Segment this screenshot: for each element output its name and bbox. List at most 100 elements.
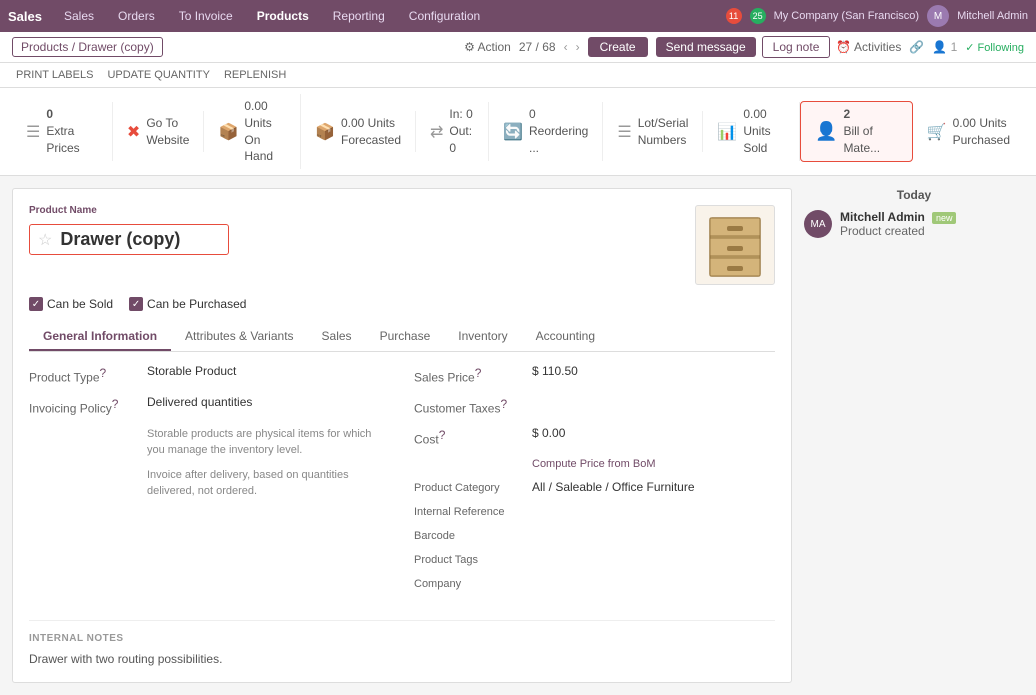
action-button[interactable]: ⚙ Action xyxy=(464,40,511,54)
product-name-value: Drawer (copy) xyxy=(60,229,180,250)
product-type-label: Product Type? xyxy=(29,364,139,385)
go-to-website-label: Website xyxy=(146,132,189,149)
tab-attributes[interactable]: Attributes & Variants xyxy=(171,323,308,351)
tab-general[interactable]: General Information xyxy=(29,323,171,351)
breadcrumb: Products / Drawer (copy) xyxy=(12,37,163,57)
go-to-website-line1: Go To xyxy=(146,115,189,132)
reordering-count: 0 xyxy=(529,106,588,123)
can-be-sold-label: Can be Sold xyxy=(47,297,113,311)
chatter-content: Mitchell Admin new Product created xyxy=(840,210,956,238)
chatter-author: Mitchell Admin xyxy=(840,210,925,224)
stat-in-out[interactable]: ⇄ In: 0 Out: 0 xyxy=(416,102,489,160)
tab-purchase[interactable]: Purchase xyxy=(366,323,445,351)
tab-inventory[interactable]: Inventory xyxy=(444,323,521,351)
chatter-message: MA Mitchell Admin new Product created xyxy=(804,210,1024,238)
chatter-panel: Today MA Mitchell Admin new Product crea… xyxy=(804,188,1024,683)
star-icon[interactable]: ☆ xyxy=(38,230,52,250)
sales-price-label: Sales Price? xyxy=(414,364,524,385)
can-be-sold-checkbox[interactable]: ✓ Can be Sold xyxy=(29,297,113,311)
internal-reference-row: Internal Reference xyxy=(414,504,775,518)
breadcrumb-bar: Products / Drawer (copy) ⚙ Action 27 / 6… xyxy=(0,32,1036,63)
lot-serial-line1: Lot/Serial xyxy=(638,115,689,132)
replenish-button[interactable]: REPLENISH xyxy=(220,67,290,83)
forecasted-icon: 📦 xyxy=(315,122,335,142)
on-hand-icon: 📦 xyxy=(218,122,238,142)
stat-extra-prices[interactable]: ☰ 0 Extra Prices xyxy=(12,102,113,160)
lot-serial-icon: ☰ xyxy=(617,122,631,142)
form-left: Product Type? Storable Product Invoicing… xyxy=(29,364,390,600)
tab-sales[interactable]: Sales xyxy=(308,323,366,351)
stat-go-to-website[interactable]: ✖ Go To Website xyxy=(113,111,205,153)
in-out-icon: ⇄ xyxy=(430,122,443,142)
updates-badge[interactable]: 25 xyxy=(750,8,766,24)
reordering-label: Reordering ... xyxy=(529,123,588,157)
nav-items: Sales Orders To Invoice Products Reporti… xyxy=(58,5,726,27)
product-name-field[interactable]: ☆ Drawer (copy) xyxy=(29,224,229,255)
lot-serial-label: Numbers xyxy=(638,132,689,149)
company-label: Company xyxy=(414,576,524,590)
user-avatar[interactable]: M xyxy=(927,5,949,27)
product-type-row: Product Type? Storable Product xyxy=(29,364,390,385)
tab-accounting[interactable]: Accounting xyxy=(522,323,609,351)
form-section: Product Type? Storable Product Invoicing… xyxy=(29,364,775,600)
bom-label: Bill of Mate... xyxy=(843,123,897,157)
log-note-button[interactable]: Log note xyxy=(762,36,831,58)
nav-to-invoice[interactable]: To Invoice xyxy=(173,5,239,27)
in-value: In: 0 xyxy=(449,106,474,123)
stat-units-sold[interactable]: 📊 0.00 Units Sold xyxy=(703,102,800,160)
brand-logo: Sales xyxy=(8,9,42,24)
stat-on-hand[interactable]: 📦 0.00 Units On Hand xyxy=(204,94,301,169)
can-be-purchased-checkbox[interactable]: ✓ Can be Purchased xyxy=(129,297,246,311)
navbar-right: 11 25 My Company (San Francisco) M Mitch… xyxy=(726,5,1028,27)
breadcrumb-actions: ⚙ Action 27 / 68 ‹ › Create Send message… xyxy=(464,36,1024,58)
chatter-status-badge: new xyxy=(932,212,957,224)
stat-reordering[interactable]: 🔄 0 Reordering ... xyxy=(489,102,603,160)
invoicing-desc2: Invoice after delivery, based on quantit… xyxy=(147,467,390,500)
next-record-button[interactable]: › xyxy=(576,40,580,54)
product-name-label: Product Name xyxy=(29,205,229,216)
nav-orders[interactable]: Orders xyxy=(112,5,161,27)
stat-units-purchased[interactable]: 🛒 0.00 Units Purchased xyxy=(913,111,1024,153)
product-type-value: Storable Product xyxy=(147,364,236,378)
customer-taxes-label: Customer Taxes? xyxy=(414,395,524,416)
extra-prices-icon: ☰ xyxy=(26,122,40,142)
units-purchased-value: 0.00 Units xyxy=(953,115,1010,132)
invoicing-policy-row: Invoicing Policy? Delivered quantities xyxy=(29,395,390,416)
prev-record-button[interactable]: ‹ xyxy=(564,40,568,54)
chatter-avatar: MA xyxy=(804,210,832,238)
extra-prices-label: Extra Prices xyxy=(46,123,98,157)
internal-notes-value[interactable]: Drawer with two routing possibilities. xyxy=(29,652,775,666)
on-hand-value: 0.00 Units xyxy=(244,98,286,132)
send-message-button[interactable]: Send message xyxy=(656,37,756,57)
nav-reporting[interactable]: Reporting xyxy=(327,5,391,27)
person-icon[interactable]: 👤 1 xyxy=(932,40,957,54)
barcode-row: Barcode xyxy=(414,528,775,542)
compute-price-link[interactable]: Compute Price from BoM xyxy=(532,458,655,470)
invoicing-desc1: Storable products are physical items for… xyxy=(147,426,390,459)
record-counter: 27 / 68 xyxy=(519,40,556,54)
follow-button[interactable]: ✓ Following xyxy=(965,41,1024,54)
company-name: My Company (San Francisco) xyxy=(774,10,920,22)
nav-products[interactable]: Products xyxy=(251,5,315,27)
cost-label: Cost? xyxy=(414,426,524,447)
units-sold-label: Sold xyxy=(743,140,785,157)
nav-configuration[interactable]: Configuration xyxy=(403,5,486,27)
can-be-sold-box: ✓ xyxy=(29,297,43,311)
stat-lot-serial[interactable]: ☰ Lot/Serial Numbers xyxy=(603,111,703,153)
extra-prices-count: 0 xyxy=(46,106,98,123)
stat-bill-of-materials[interactable]: 👤 2 Bill of Mate... xyxy=(800,101,913,161)
invoicing-policy-label: Invoicing Policy? xyxy=(29,395,139,416)
stat-forecasted[interactable]: 📦 0.00 Units Forecasted xyxy=(301,111,416,153)
on-hand-label: On Hand xyxy=(244,132,286,166)
stats-row: ☰ 0 Extra Prices ✖ Go To Website 📦 0.00 … xyxy=(0,88,1036,176)
nav-sales[interactable]: Sales xyxy=(58,5,100,27)
notifications-badge[interactable]: 11 xyxy=(726,8,742,24)
user-name: Mitchell Admin xyxy=(957,10,1028,22)
create-button[interactable]: Create xyxy=(588,37,648,57)
breadcrumb-parent[interactable]: Products / Drawer (copy) xyxy=(12,37,163,57)
bookmark-icon[interactable]: 🔗 xyxy=(909,40,924,54)
can-be-purchased-box: ✓ xyxy=(129,297,143,311)
update-quantity-button[interactable]: UPDATE QUANTITY xyxy=(103,67,213,83)
print-labels-button[interactable]: PRINT LABELS xyxy=(12,67,97,83)
activities-button[interactable]: ⏰ Activities xyxy=(836,40,901,54)
